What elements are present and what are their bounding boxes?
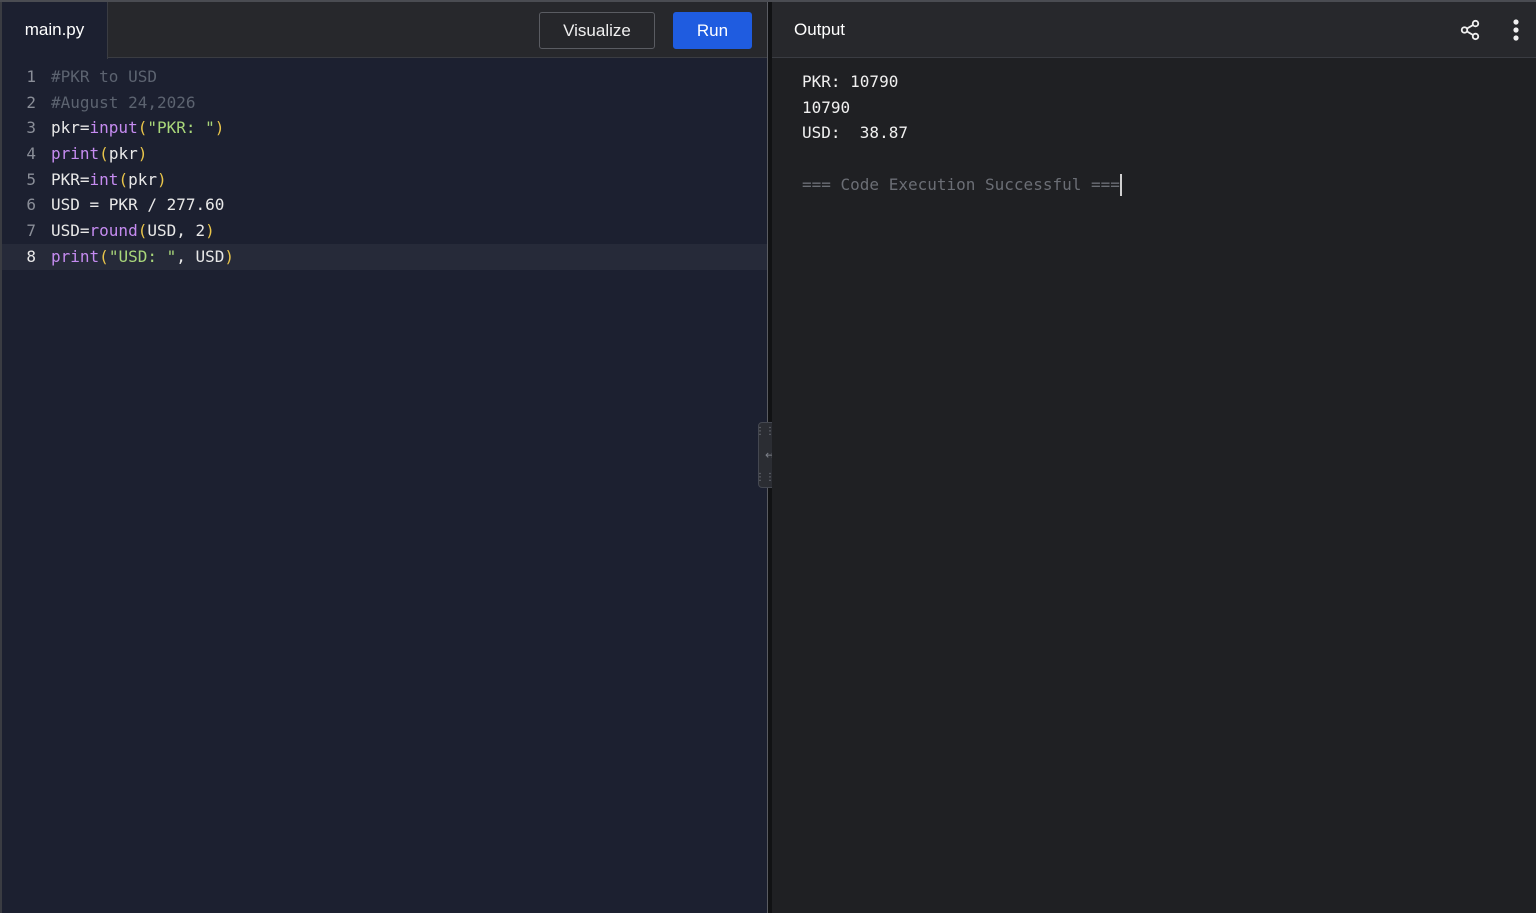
code-token-paren: ) — [205, 221, 215, 241]
code-token-func: input — [89, 118, 138, 138]
code-token-comment: #PKR to USD — [51, 67, 157, 86]
output-panel: Output PKR: 10790 10790 USD: 38.87 === C… — [772, 2, 1536, 913]
code-line[interactable]: 8 print("USD: ", USD) — [2, 243, 767, 270]
code-token-paren: ( — [99, 144, 109, 164]
code-token-str: "USD: " — [108, 246, 177, 266]
code-text: pkr=input("PKR: ") — [51, 115, 224, 141]
execution-status: === Code Execution Successful === — [802, 172, 1122, 198]
code-text: #August 24,2026 — [51, 90, 196, 116]
console-line: PKR: 10790 — [802, 72, 899, 91]
code-line[interactable]: 2 #August 24,2026 — [2, 90, 767, 116]
console-line: USD: 38.87 — [802, 123, 908, 143]
line-number: 3 — [26, 118, 36, 138]
online-compiler-app: main.py Visualize Run 1 #PKR to USD 2 #Augu… — [0, 0, 1536, 913]
code-token-comment: #August 24,2026 — [51, 92, 196, 112]
output-toolbar: Output — [772, 2, 1536, 58]
code-token-paren: ( — [99, 246, 109, 266]
line-number: 6 — [26, 195, 36, 215]
more-options-button[interactable] — [1502, 16, 1530, 44]
code-token-plain: PKR= — [51, 169, 90, 189]
code-token-paren: ) — [156, 169, 167, 189]
code-token-paren: ) — [214, 118, 225, 138]
line-number: 4 — [26, 144, 36, 164]
code-token-paren: ( — [118, 169, 129, 189]
code-token-paren: ( — [137, 118, 148, 138]
code-text: print("USD: ", USD) — [51, 244, 234, 270]
code-token-plain: , USD — [176, 246, 225, 266]
share-icon — [1460, 19, 1480, 41]
code-token-plain: USD = PKR / — [51, 195, 167, 215]
code-text: USD=round(USD, 2) — [51, 218, 215, 244]
code-line[interactable]: 1 #PKR to USD — [2, 64, 767, 90]
code-text: PKR=int(pkr) — [51, 167, 167, 193]
code-line[interactable]: 4 print(pkr) — [2, 141, 767, 167]
line-number: 2 — [26, 92, 36, 112]
code-token-func: print — [51, 246, 100, 266]
code-line[interactable]: 7 USD=round(USD, 2) — [2, 218, 767, 244]
code-text: #PKR to USD — [51, 64, 157, 90]
code-token-plain: USD, — [147, 221, 196, 241]
code-text: USD = PKR / 277.60 — [51, 192, 224, 218]
run-button[interactable]: Run — [673, 12, 752, 49]
code-token-plain: pkr — [128, 169, 157, 189]
code-area[interactable]: 1 #PKR to USD 2 #August 24,2026 3 pkr=input("… — [2, 64, 767, 270]
code-token-func: int — [89, 169, 119, 189]
code-line[interactable]: 5 PKR=int(pkr) — [2, 167, 767, 193]
code-token-plain: pkr= — [51, 118, 90, 138]
code-token-func: round — [89, 221, 138, 241]
line-number: 8 — [26, 246, 36, 266]
code-token-paren: ) — [137, 144, 148, 164]
more-vertical-icon — [1513, 19, 1519, 41]
output-title: Output — [794, 20, 846, 39]
code-token-str: "PKR: " — [147, 118, 215, 138]
code-token-plain: USD= — [51, 221, 90, 241]
code-token-paren: ) — [224, 246, 235, 266]
line-number: 7 — [26, 221, 36, 241]
code-line[interactable]: 3 pkr=input("PKR: ") — [2, 115, 767, 141]
code-token-num: 277.60 — [166, 195, 225, 215]
visualize-button[interactable]: Visualize — [539, 12, 655, 49]
share-button[interactable] — [1456, 16, 1484, 44]
line-number: 5 — [26, 169, 36, 189]
file-tab-main-py[interactable]: main.py — [2, 2, 108, 59]
console-output[interactable]: PKR: 10790 10790 USD: 38.87 === Code Execu… — [802, 69, 1122, 197]
code-editor-panel: main.py Visualize Run 1 #PKR to USD 2 #Augu… — [0, 2, 767, 913]
code-token-func: print — [51, 144, 100, 164]
code-line[interactable]: 6 USD = PKR / 277.60 — [2, 192, 767, 218]
line-number: 1 — [26, 67, 36, 86]
editor-toolbar: main.py Visualize Run — [2, 2, 767, 59]
console-line: 10790 — [802, 97, 851, 117]
text-cursor — [1119, 174, 1122, 197]
code-token-paren: ( — [137, 221, 148, 241]
code-token-plain: pkr — [108, 144, 138, 164]
code-token-num: 2 — [195, 221, 206, 241]
code-text: print(pkr) — [51, 141, 147, 167]
